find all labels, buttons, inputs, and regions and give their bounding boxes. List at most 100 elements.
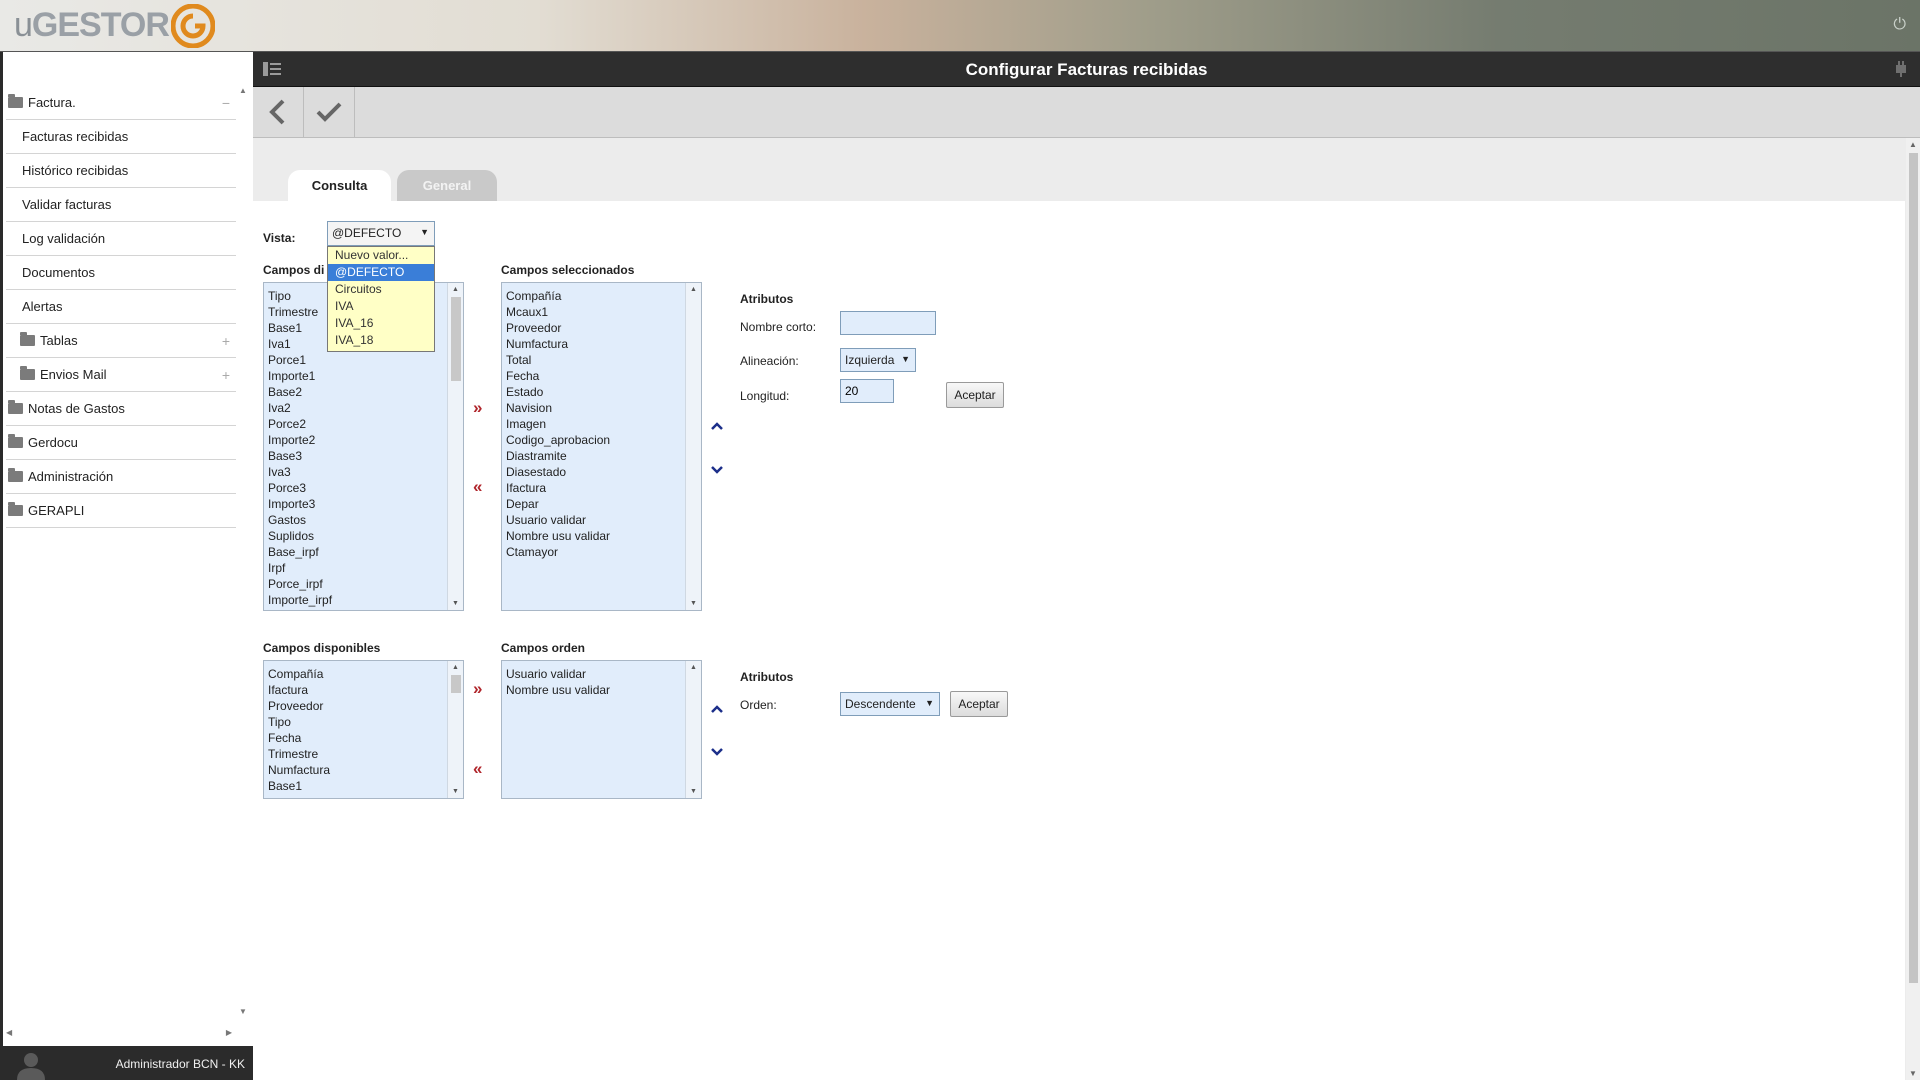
accept-order-button[interactable]: Aceptar <box>950 691 1008 717</box>
collapse-icon[interactable]: − <box>222 95 230 111</box>
list-item[interactable]: Usuario validar <box>506 512 610 528</box>
scroll-left-icon[interactable]: ◀ <box>6 1028 12 1037</box>
list-item[interactable]: Mcaux1 <box>506 304 610 320</box>
tab-consulta[interactable]: Consulta <box>288 170 391 201</box>
list-item[interactable]: Usuario validar <box>506 666 610 682</box>
list-item[interactable]: Numfactura <box>268 762 330 778</box>
list-scrollbar[interactable]: ▲ ▼ <box>685 283 701 610</box>
scroll-down-icon[interactable]: ▼ <box>690 600 697 607</box>
list-item[interactable]: Trimestre <box>268 746 330 762</box>
available-fields-list-2[interactable]: Compañía Ifactura Proveedor Tipo Fecha Trimes… <box>263 660 464 799</box>
sidebar-item-gerdocu[interactable]: Gerdocu <box>6 426 236 460</box>
expand-icon[interactable]: + <box>222 367 230 383</box>
scroll-up-icon[interactable]: ▲ <box>690 286 697 293</box>
list-item[interactable]: Base2 <box>268 384 332 400</box>
sidebar-item-tablas[interactable]: Tablas + <box>6 324 236 358</box>
list-item[interactable]: Fecha <box>268 730 330 746</box>
add-field-button[interactable]: » <box>473 399 482 416</box>
list-item[interactable]: Porce3 <box>268 480 332 496</box>
scroll-down-icon[interactable]: ▼ <box>1909 1069 1917 1078</box>
list-item[interactable]: Base1 <box>268 320 332 336</box>
list-item[interactable]: Ifactura <box>268 682 330 698</box>
back-button[interactable] <box>253 87 304 137</box>
tab-general[interactable]: General <box>397 170 497 201</box>
list-item[interactable]: Gastos <box>268 512 332 528</box>
scroll-up-icon[interactable]: ▲ <box>452 286 459 293</box>
sidebar-item-alertas[interactable]: Alertas <box>6 290 236 324</box>
scroll-thumb[interactable] <box>451 297 461 381</box>
vista-option[interactable]: Circuitos <box>328 281 434 298</box>
sidebar-item-administración[interactable]: Administración <box>6 460 236 494</box>
sidebar-item-facturas-recibidas[interactable]: Facturas recibidas <box>6 120 236 154</box>
list-item[interactable]: Base_irpf <box>268 544 332 560</box>
list-item[interactable]: Compañía <box>268 666 330 682</box>
list-item[interactable]: Tipo <box>268 288 332 304</box>
add-order-field-button[interactable]: » <box>473 680 482 697</box>
list-item[interactable]: Diastramite <box>506 448 610 464</box>
list-scrollbar[interactable]: ▲ ▼ <box>447 661 463 798</box>
list-item[interactable]: Iva3 <box>268 464 332 480</box>
move-down-icon[interactable] <box>710 747 724 757</box>
list-item[interactable]: Imagen <box>506 416 610 432</box>
list-item[interactable]: Depar <box>506 496 610 512</box>
list-item[interactable]: Importe3 <box>268 496 332 512</box>
scroll-down-icon[interactable]: ▼ <box>452 600 459 607</box>
sidebar-item-factura[interactable]: Factura. − <box>6 86 236 120</box>
scroll-down-icon[interactable]: ▼ <box>239 1007 247 1016</box>
list-item[interactable]: Nombre usu validar <box>506 682 610 698</box>
list-item[interactable]: Importe2 <box>268 432 332 448</box>
list-item[interactable]: Importe1 <box>268 368 332 384</box>
list-item[interactable]: Proveedor <box>268 698 330 714</box>
sidebar-horizontal-scrollbar[interactable]: ◀ ▶ <box>6 1028 232 1040</box>
list-scrollbar[interactable]: ▲ ▼ <box>447 283 463 610</box>
list-item[interactable]: Tipo <box>268 714 330 730</box>
sidebar-item-notas-de-gastos[interactable]: Notas de Gastos <box>6 392 236 426</box>
scroll-thumb[interactable] <box>451 675 461 693</box>
settings-plug-icon[interactable] <box>1894 61 1908 77</box>
alignment-select[interactable]: Izquierda ▼ <box>840 348 916 372</box>
list-item[interactable]: Iva1 <box>268 336 332 352</box>
short-name-input[interactable] <box>840 311 936 335</box>
vista-option[interactable]: IVA_16 <box>328 315 434 332</box>
list-item[interactable]: Navision <box>506 400 610 416</box>
vista-select[interactable]: @DEFECTO ▼ <box>327 221 435 246</box>
list-item[interactable]: Total <box>506 352 610 368</box>
list-item[interactable]: Ctamayor <box>506 544 610 560</box>
order-fields-list[interactable]: Usuario validar Nombre usu validar ▲ ▼ <box>501 660 702 799</box>
move-up-icon[interactable] <box>710 704 724 714</box>
move-down-icon[interactable] <box>710 465 724 475</box>
list-item[interactable]: Diasestado <box>506 464 610 480</box>
vista-dropdown-list[interactable]: Nuevo valor... @DEFECTO Circuitos IVA IVA_16… <box>327 246 435 352</box>
sidebar-item-validar-facturas[interactable]: Validar facturas <box>6 188 236 222</box>
list-item[interactable]: Porce_irpf <box>268 576 332 592</box>
list-item[interactable]: Base1 <box>268 778 330 794</box>
list-item[interactable]: Irpf <box>268 560 332 576</box>
confirm-button[interactable] <box>304 87 355 137</box>
vista-option[interactable]: Nuevo valor... <box>328 247 434 264</box>
scroll-down-icon[interactable]: ▼ <box>690 788 697 795</box>
list-item[interactable]: Nombre usu validar <box>506 528 610 544</box>
list-item[interactable]: Fecha <box>506 368 610 384</box>
list-item[interactable]: Trimestre <box>268 304 332 320</box>
order-direction-select[interactable]: Descendente ▼ <box>840 692 940 716</box>
remove-order-field-button[interactable]: « <box>473 760 482 777</box>
list-item[interactable]: Codigo_aprobacion <box>506 432 610 448</box>
scroll-up-icon[interactable]: ▲ <box>690 664 697 671</box>
list-item[interactable]: Suplidos <box>268 528 332 544</box>
scroll-up-icon[interactable]: ▲ <box>1909 140 1917 149</box>
scroll-thumb[interactable] <box>1909 153 1918 983</box>
list-item[interactable]: Porce1 <box>268 352 332 368</box>
list-item[interactable]: Estado <box>506 384 610 400</box>
list-item[interactable]: Ifactura <box>506 480 610 496</box>
vista-option[interactable]: IVA_18 <box>328 332 434 349</box>
sidebar-vertical-scrollbar[interactable]: ▲ ▼ <box>238 86 248 1016</box>
list-item[interactable]: Porce2 <box>268 416 332 432</box>
list-item[interactable]: Base3 <box>268 448 332 464</box>
sidebar-item-log-validación[interactable]: Log validación <box>6 222 236 256</box>
list-item[interactable]: Iva2 <box>268 400 332 416</box>
scroll-up-icon[interactable]: ▲ <box>452 664 459 671</box>
list-item[interactable]: Importe_irpf <box>268 592 332 608</box>
list-item[interactable]: Compañía <box>506 288 610 304</box>
selected-fields-list[interactable]: Compañía Mcaux1 Proveedor Numfactura Total Fe… <box>501 282 702 611</box>
vista-option[interactable]: IVA <box>328 298 434 315</box>
